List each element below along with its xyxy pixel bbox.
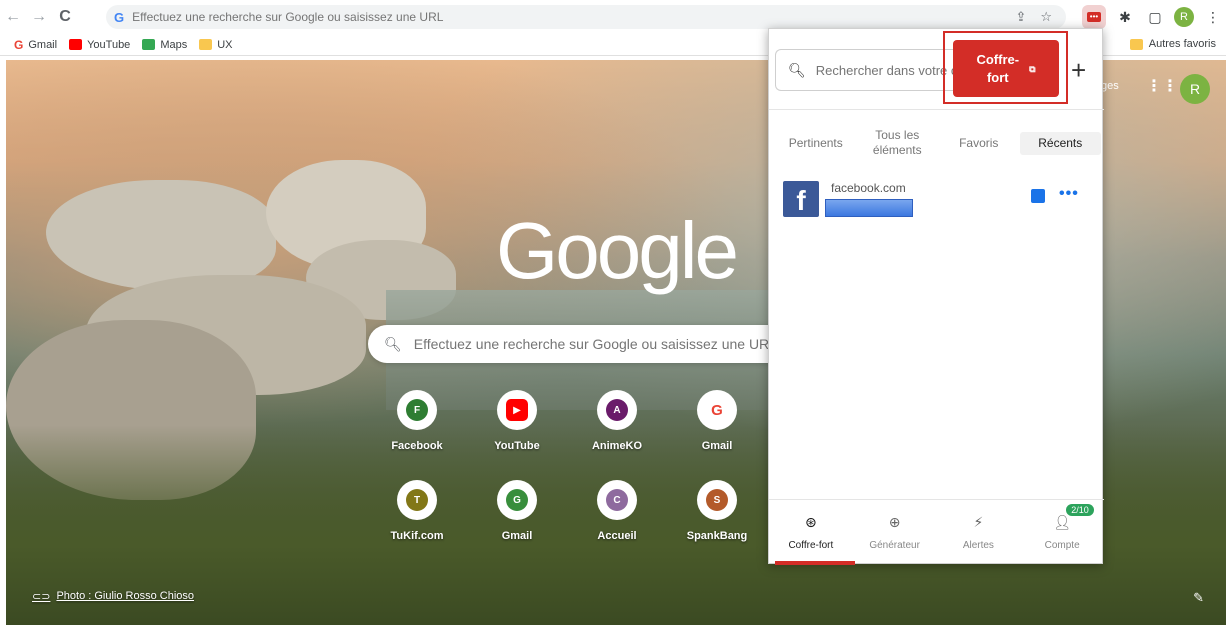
background-rock xyxy=(46,180,276,290)
shortcut-label: Gmail xyxy=(501,530,533,542)
nav-alerts[interactable]: ⚡ Alertes xyxy=(937,500,1021,565)
folder-icon xyxy=(1129,38,1143,50)
shortcut-icon: T xyxy=(397,480,437,520)
ntp-search-box[interactable]: 🔍︎ xyxy=(368,325,778,363)
shortcut-tile[interactable]: A AnimeKO xyxy=(572,390,662,452)
menu-icon[interactable]: ⋮ xyxy=(1202,6,1224,28)
link-icon: ⊂⊃ xyxy=(32,591,51,603)
address-input[interactable] xyxy=(132,10,833,24)
filter-tabs: Pertinents Tous les éléments Favoris Réc… xyxy=(775,123,1101,163)
shortcut-tile[interactable]: S SpankBang xyxy=(672,480,762,542)
star-icon[interactable]: ☆ xyxy=(1040,9,1052,25)
shortcut-label: SpankBang xyxy=(686,530,748,542)
bookmark-ux[interactable]: UX xyxy=(199,39,233,51)
nav-account[interactable]: 👤︎ Compte 2/10 xyxy=(1020,500,1104,565)
bookmark-gmail[interactable]: G Gmail xyxy=(14,38,57,52)
address-bar[interactable]: G ⇪ ☆ xyxy=(106,5,1066,29)
shortcut-label: Gmail xyxy=(701,440,733,452)
vault-icon: ⊛ xyxy=(805,513,817,530)
shortcut-tile[interactable]: F Facebook xyxy=(372,390,462,452)
alert-icon: ⚡ xyxy=(973,513,984,530)
nav-generator[interactable]: ⊕ Générateur xyxy=(853,500,937,565)
google-icon: G xyxy=(114,9,125,25)
reload-button[interactable]: C xyxy=(52,4,78,30)
item-title: facebook.com xyxy=(831,181,906,195)
open-vault-button[interactable]: Coffre- fort ⧉ xyxy=(953,40,1059,97)
shortcut-icon: F xyxy=(397,390,437,430)
images-link[interactable]: ges xyxy=(1101,80,1119,92)
photo-credit-link[interactable]: ⊂⊃ Photo : Giulio Rosso Chioso xyxy=(32,590,194,603)
shortcut-label: Facebook xyxy=(391,440,443,452)
maps-icon xyxy=(142,39,156,50)
profile-avatar[interactable]: R xyxy=(1174,7,1194,27)
divider xyxy=(769,109,1104,110)
item-username-redacted xyxy=(825,199,913,217)
shortcut-icon: G xyxy=(697,390,737,430)
customize-pencil-icon[interactable]: ✎ xyxy=(1193,590,1204,606)
tab-favorites[interactable]: Favoris xyxy=(938,132,1020,155)
shortcut-tile[interactable]: T TuKif.com xyxy=(372,480,462,542)
more-options-icon[interactable]: ••• xyxy=(1059,185,1079,203)
shortcut-tile[interactable]: ▶ YouTube xyxy=(472,390,562,452)
shortcut-icon: C xyxy=(597,480,637,520)
search-icon: 🔍︎ xyxy=(788,61,806,78)
copy-icon[interactable] xyxy=(1031,189,1045,203)
shortcut-icon: ▶ xyxy=(497,390,537,430)
ntp-search-input[interactable] xyxy=(413,336,778,352)
lastpass-extension-button[interactable]: ••• xyxy=(1082,5,1106,29)
shortcut-tile[interactable]: G Gmail xyxy=(672,390,762,452)
shortcut-icon: A xyxy=(597,390,637,430)
shortcut-label: AnimeKO xyxy=(591,440,643,452)
tab-recent[interactable]: Récents xyxy=(1019,131,1101,155)
external-link-icon: ⧉ xyxy=(1029,63,1036,74)
shortcut-label: YouTube xyxy=(494,440,540,452)
reload-icon: C xyxy=(59,8,71,25)
gmail-icon: G xyxy=(14,37,24,52)
other-bookmarks[interactable]: Autres favoris xyxy=(1129,38,1216,50)
popup-bottom-nav: ⊛ Coffre-fort ⊕ Générateur ⚡ Alertes 👤︎ … xyxy=(769,499,1104,565)
shortcut-icon: G xyxy=(497,480,537,520)
vault-search-box[interactable]: 🔍︎ xyxy=(775,49,955,91)
back-button[interactable]: ← xyxy=(0,4,26,30)
lastpass-popup: 🔍︎ Coffre- fort ⧉ + Pertinents Tous les … xyxy=(768,28,1104,565)
puzzle-icon[interactable]: ✱ xyxy=(1114,6,1136,28)
search-icon: 🔍︎ xyxy=(384,335,402,352)
youtube-icon xyxy=(69,39,83,50)
folder-icon xyxy=(199,39,213,50)
shortcut-icon: S xyxy=(697,480,737,520)
shortcut-label: Accueil xyxy=(597,530,637,542)
shortcut-tile[interactable]: G Gmail xyxy=(472,480,562,542)
share-icon[interactable]: ⇪ xyxy=(1015,9,1026,25)
forward-button[interactable]: → xyxy=(26,4,52,30)
add-item-button[interactable]: + xyxy=(1071,55,1086,86)
shortcut-label: TuKif.com xyxy=(390,530,444,542)
google-logo: Google xyxy=(496,206,739,295)
bookmark-youtube[interactable]: YouTube xyxy=(69,39,130,51)
arrow-right-icon: → xyxy=(31,8,47,25)
ntp-profile-avatar[interactable]: R xyxy=(1180,74,1210,104)
nav-vault[interactable]: ⊛ Coffre-fort xyxy=(769,500,855,565)
side-panel-icon[interactable]: ▢ xyxy=(1144,6,1166,28)
list-item[interactable]: f facebook.com ••• xyxy=(783,177,1093,225)
generator-icon: ⊕ xyxy=(888,513,901,530)
tab-pertinents[interactable]: Pertinents xyxy=(775,132,857,155)
vault-search-input[interactable] xyxy=(815,62,955,78)
extensions-area: ••• ✱ ▢ R ⋮ xyxy=(1082,5,1224,29)
active-tab-indicator xyxy=(775,561,855,565)
lastpass-icon: ••• xyxy=(1087,12,1101,22)
bookmark-maps[interactable]: Maps xyxy=(142,39,187,51)
shortcut-tile[interactable]: C Accueil xyxy=(572,480,662,542)
arrow-left-icon: ← xyxy=(5,8,21,25)
tab-all-items[interactable]: Tous les éléments xyxy=(857,124,939,162)
facebook-icon: f xyxy=(783,181,819,217)
account-badge: 2/10 xyxy=(1066,504,1094,516)
